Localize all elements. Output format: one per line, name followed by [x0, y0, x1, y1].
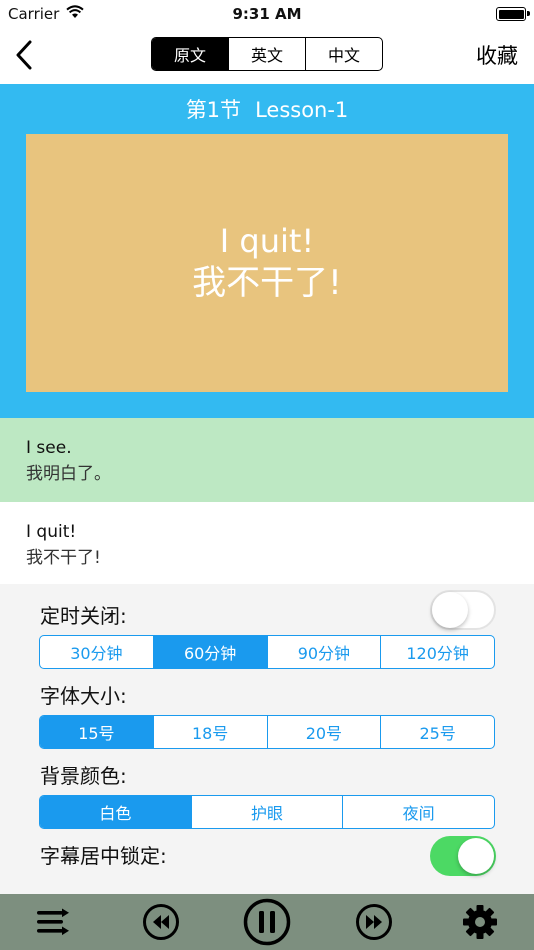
- tab-original[interactable]: 原文: [152, 38, 228, 70]
- font-size-option-20[interactable]: 20号: [266, 716, 381, 748]
- font-size-label: 字体大小:: [40, 684, 127, 708]
- font-size-options: 15号 18号 20号 25号: [39, 715, 495, 749]
- language-segment: 原文 英文 中文: [151, 37, 383, 71]
- nav-bar: 原文 英文 中文 收藏: [0, 28, 534, 84]
- toggle-knob: [432, 592, 468, 628]
- tab-english[interactable]: 英文: [228, 38, 305, 70]
- subtitle-chinese: 我明白了。: [26, 464, 111, 484]
- lock-center-toggle[interactable]: [430, 836, 496, 876]
- font-size-option-15[interactable]: 15号: [40, 716, 153, 748]
- favorite-button[interactable]: 收藏: [476, 40, 518, 70]
- background-color-label: 背景颜色:: [40, 764, 127, 788]
- fast-forward-icon[interactable]: [353, 894, 395, 950]
- subtitle-english: I see.: [26, 438, 72, 458]
- timer-options: 30分钟 60分钟 90分钟 120分钟: [39, 635, 495, 669]
- timer-toggle[interactable]: [430, 590, 496, 630]
- timer-option-90[interactable]: 90分钟: [266, 636, 381, 668]
- lock-center-label: 字幕居中锁定:: [40, 844, 167, 868]
- font-size-option-18[interactable]: 18号: [152, 716, 267, 748]
- subtitle-chinese: 我不干了!: [26, 548, 101, 568]
- background-option-night[interactable]: 夜间: [342, 796, 494, 828]
- caption-chinese: 我不干了!: [192, 263, 342, 303]
- timer-option-120[interactable]: 120分钟: [380, 636, 494, 668]
- settings-panel: 定时关闭: 30分钟 60分钟 90分钟 120分钟 字体大小: 15号 18号…: [0, 584, 534, 894]
- toggle-knob: [458, 838, 494, 874]
- timer-option-60[interactable]: 60分钟: [152, 636, 267, 668]
- rewind-icon[interactable]: [140, 894, 182, 950]
- lesson-name: Lesson-1: [255, 98, 349, 122]
- battery-icon: [496, 7, 530, 21]
- lesson-section: 第1节: [185, 98, 242, 122]
- font-size-option-25[interactable]: 25号: [380, 716, 494, 748]
- background-color-options: 白色 护眼 夜间: [39, 795, 495, 829]
- tab-chinese[interactable]: 中文: [305, 38, 382, 70]
- clock: 9:31 AM: [232, 5, 302, 23]
- gear-icon[interactable]: [460, 894, 500, 950]
- caption-english: I quit!: [219, 222, 315, 260]
- timer-option-30[interactable]: 30分钟: [40, 636, 153, 668]
- player-controls: [0, 894, 534, 950]
- caption-display[interactable]: I quit! 我不干了!: [26, 134, 508, 392]
- subtitle-item[interactable]: I quit! 我不干了!: [0, 502, 534, 584]
- timer-label: 定时关闭:: [40, 604, 127, 628]
- background-option-eye-care[interactable]: 护眼: [190, 796, 343, 828]
- lesson-title: 第1节 Lesson-1: [0, 94, 534, 124]
- playlist-icon[interactable]: [33, 894, 73, 950]
- background-option-white[interactable]: 白色: [40, 796, 191, 828]
- subtitle-item[interactable]: I see. 我明白了。: [0, 418, 534, 502]
- back-icon[interactable]: [10, 38, 40, 72]
- lesson-panel: 第1节 Lesson-1 I quit! 我不干了!: [0, 84, 534, 420]
- subtitle-english: I quit!: [26, 522, 77, 542]
- pause-icon[interactable]: [242, 894, 292, 950]
- status-bar: Carrier 9:31 AM: [0, 0, 534, 28]
